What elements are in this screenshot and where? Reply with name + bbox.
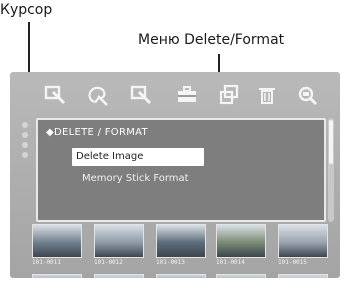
thumbnail[interactable]: 101-0014 [216,224,266,266]
thumbnail-strip: 101-0011 101-0012 101-0013 101-0014 101-… [32,224,332,278]
menu-item-delete-image[interactable]: Delete Image [72,148,204,166]
thumbnail-image [278,224,328,258]
thumbnail-label: 101-0011 [32,259,61,266]
indicator-dot [22,152,28,158]
thumbnail-image [32,224,82,258]
thumbnail[interactable] [216,274,266,278]
delete-format-menu: ◆DELETE / FORMAT Delete Image Memory Sti… [36,118,326,222]
thumbnail[interactable] [32,274,82,278]
thumbnail[interactable]: 101-0012 [94,224,144,266]
zoom-icon[interactable] [296,84,318,106]
magnify-cursor-icon[interactable] [130,84,152,106]
scrollbar-thumb[interactable] [329,120,333,164]
thumbnail-label: 101-0015 [278,259,307,266]
cursor-callout-label: Курсор [0,2,53,18]
menu-title: ◆DELETE / FORMAT [46,127,148,138]
thumbnail-image [216,224,266,258]
thumbnail[interactable]: 101-0013 [156,224,206,266]
camera-lcd-screen: ◆DELETE / FORMAT Delete Image Memory Sti… [10,72,340,278]
menu-toolbar [10,72,340,112]
menu-scrollbar[interactable] [328,118,334,222]
indicator-dot [22,142,28,148]
menu-item-memory-stick-format[interactable]: Memory Stick Format [78,170,189,188]
thumbnail-label: 101-0014 [216,259,245,266]
thumbnail[interactable]: 101-0015 [278,224,328,266]
copy-icon[interactable] [218,84,240,106]
palette-icon[interactable] [86,84,108,106]
thumbnail[interactable] [278,274,328,278]
menu-callout-label: Меню Delete/Format [138,32,285,48]
thumbnail-image [94,224,144,258]
indicator-dot [22,122,28,128]
thumbnail[interactable] [94,274,144,278]
thumbnail-label: 101-0012 [94,259,123,266]
thumbnail-image [156,224,206,258]
thumbnail[interactable]: 101-0011 [32,224,82,266]
page-indicator-dots [22,122,28,222]
thumbnail[interactable] [156,274,206,278]
trash-icon[interactable] [256,84,278,106]
toolbox-icon[interactable] [176,84,198,106]
magnify-cursor-icon[interactable] [44,84,66,106]
thumbnail-label: 101-0013 [156,259,185,266]
indicator-dot [22,132,28,138]
